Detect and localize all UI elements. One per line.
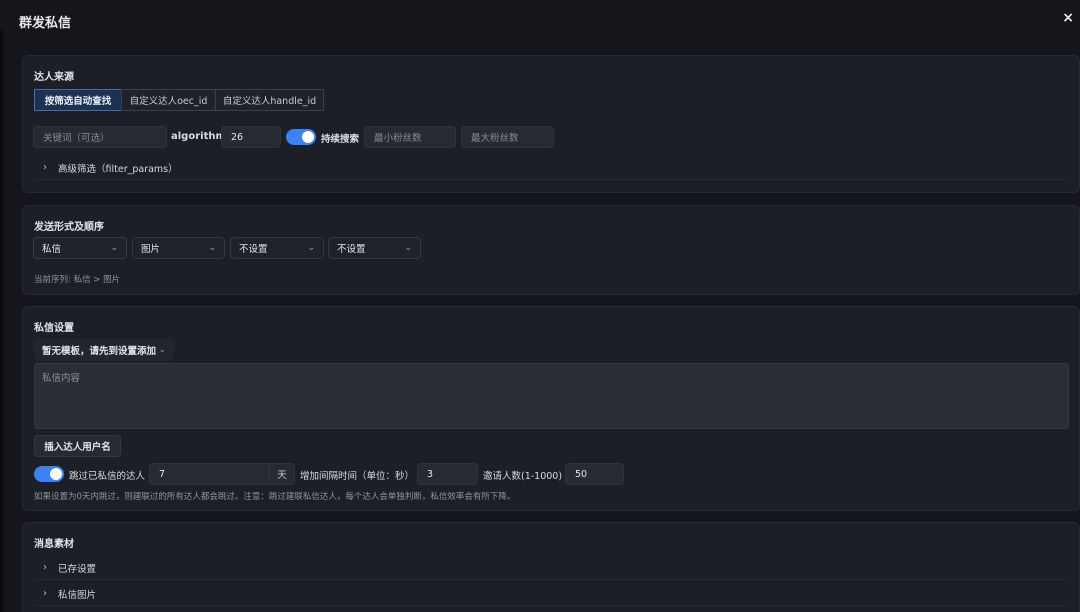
sequence-select-2[interactable]: 图片 ⌄	[132, 237, 225, 259]
dialog-title: 群发私信	[19, 16, 72, 31]
chevron-down-icon: ⌄	[110, 243, 118, 253]
tab-auto-search[interactable]: 按筛选自动查找	[34, 89, 122, 111]
tab-custom-oec-id[interactable]: 自定义达人oec_id	[121, 89, 216, 111]
dm-images-label: 私信图片	[58, 589, 97, 601]
message-content-textarea[interactable]: 私信内容	[34, 363, 1069, 429]
template-select[interactable]: 暂无模板，请先到设置添加 ⌄	[34, 339, 174, 361]
saved-settings-label: 已存设置	[58, 563, 97, 575]
sequence-select-4-value: 不设置	[337, 244, 366, 255]
sequence-select-1-value: 私信	[42, 244, 62, 255]
skip-note-text: 如果设置为0天内跳过，则建联过的所有达人都会跳过。注意：跳过建联私信达人，每个达…	[34, 492, 516, 502]
toggle-knob	[302, 131, 314, 143]
chevron-right-icon: ›	[43, 562, 47, 573]
continuous-search-label: 持续搜索	[321, 134, 360, 145]
close-icon[interactable]: ×	[1062, 10, 1074, 26]
material-section: 消息素材 › 已存设置 › 私信图片	[22, 522, 1080, 612]
window-edge	[0, 30, 3, 612]
days-unit-addon: 天	[269, 463, 295, 485]
advanced-filter-label: 高级筛选（filter_params）	[58, 163, 178, 175]
dm-images-collapse[interactable]: › 私信图片	[34, 582, 1068, 606]
min-fans-input[interactable]: 最小粉丝数	[364, 126, 456, 148]
invite-count-input[interactable]: 50	[565, 463, 624, 485]
chevron-right-icon: ›	[43, 162, 47, 173]
saved-settings-collapse[interactable]: › 已存设置	[34, 556, 1068, 580]
sequence-select-3-value: 不设置	[239, 244, 268, 255]
dm-settings-section-title: 私信设置	[34, 323, 74, 334]
chevron-down-icon: ⌄	[404, 243, 412, 253]
skip-days-input[interactable]: 7	[149, 463, 270, 485]
send-form-section: 发送形式及顺序 私信 ⌄ 图片 ⌄ 不设置 ⌄ 不设置 ⌄ 当前序列: 私信 >…	[22, 205, 1080, 295]
sequence-select-2-value: 图片	[141, 244, 161, 255]
algorithm-label: algorithm	[171, 131, 226, 142]
chevron-down-icon: ⌄	[307, 243, 315, 253]
interval-input[interactable]: 3	[417, 463, 478, 485]
tab-custom-handle-id[interactable]: 自定义达人handle_id	[215, 89, 324, 111]
template-select-value: 暂无模板，请先到设置添加	[42, 346, 157, 357]
skip-sent-label: 跳过已私信的达人	[69, 471, 146, 482]
skip-sent-toggle[interactable]	[34, 466, 64, 482]
invite-count-label: 邀请人数(1-1000)	[483, 471, 563, 482]
sequence-select-1[interactable]: 私信 ⌄	[33, 237, 127, 259]
chevron-down-icon: ⌄	[158, 345, 166, 355]
chevron-right-icon: ›	[43, 588, 47, 599]
current-sequence-text: 当前序列: 私信 > 图片	[34, 275, 121, 285]
source-section-title: 达人来源	[34, 72, 74, 83]
advanced-filter-collapse[interactable]: › 高级筛选（filter_params）	[34, 156, 1068, 180]
chevron-down-icon: ⌄	[208, 243, 216, 253]
dialog-header: 群发私信 ×	[0, 0, 1080, 42]
insert-username-button[interactable]: 插入达人用户名	[34, 435, 121, 457]
sequence-select-3[interactable]: 不设置 ⌄	[230, 237, 324, 259]
dm-settings-section: 私信设置 暂无模板，请先到设置添加 ⌄ 私信内容 插入达人用户名 跳过已私信的达…	[22, 306, 1080, 511]
algorithm-input[interactable]: 26	[221, 126, 281, 148]
source-section: 达人来源 按筛选自动查找 自定义达人oec_id 自定义达人handle_id …	[22, 55, 1080, 193]
sequence-select-4[interactable]: 不设置 ⌄	[328, 237, 421, 259]
material-section-title: 消息素材	[34, 539, 74, 550]
toggle-knob	[50, 468, 62, 480]
send-form-section-title: 发送形式及顺序	[34, 222, 104, 233]
continuous-search-toggle[interactable]	[286, 129, 316, 145]
max-fans-input[interactable]: 最大粉丝数	[461, 126, 554, 148]
keyword-input[interactable]: 关键词（可选）	[33, 126, 167, 148]
interval-label: 增加间隔时间（单位：秒）	[300, 471, 415, 482]
